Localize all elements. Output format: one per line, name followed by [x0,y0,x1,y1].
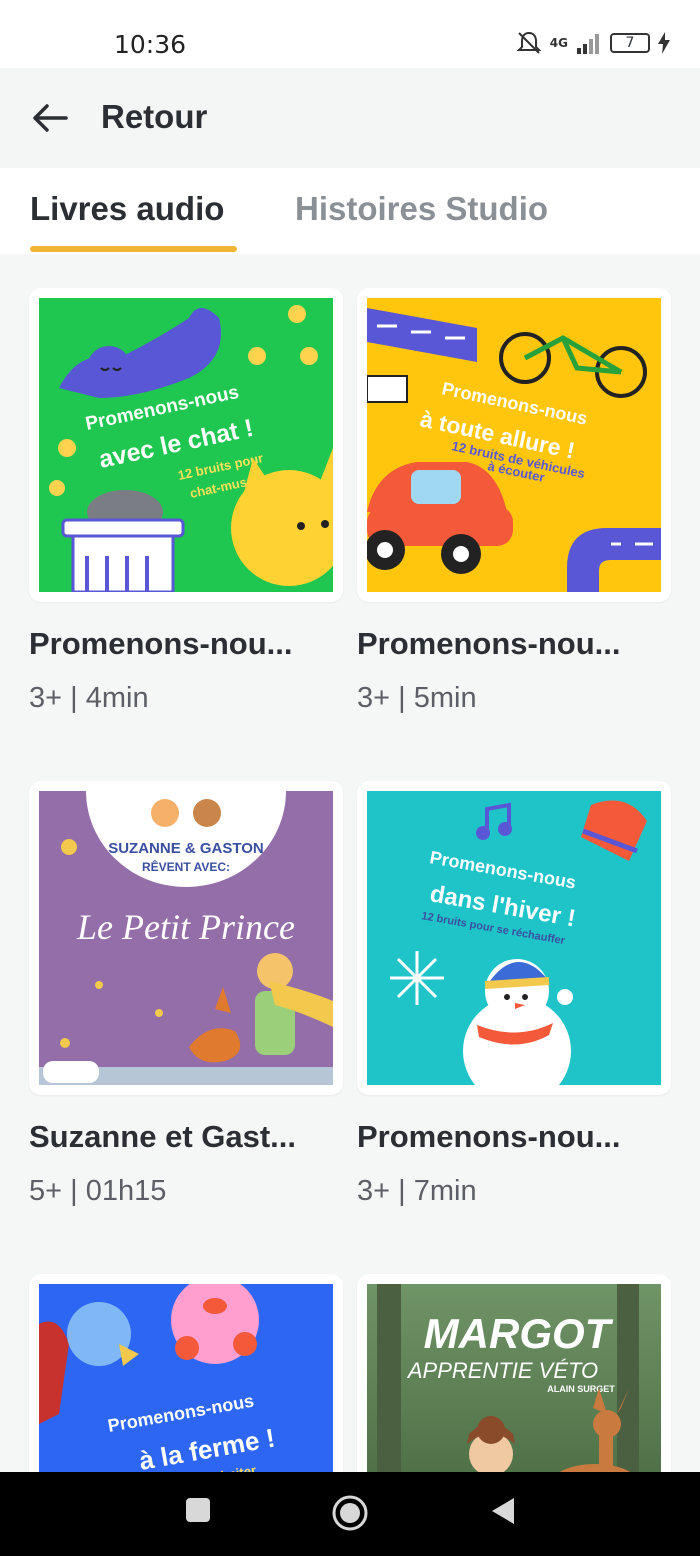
back-arrow-icon[interactable] [30,100,70,136]
book-card[interactable]: Promenons-nous à la ferme ! 12 cris à im… [29,1274,343,1472]
book-grid: Promenons-nous avec le chat ! 12 bruits … [0,254,700,1472]
recents-square-icon[interactable] [184,1496,212,1524]
signal-icon [577,34,599,54]
tab-bar: Livres audio Histoires Studio [0,168,700,254]
book-title: Promenons-nou... [357,626,621,661]
cover-series-subtitle: RÊVENT AVEC: [142,859,230,874]
back-button[interactable]: Retour [101,98,207,136]
status-icons: 4G 7 [516,30,670,56]
book-card[interactable]: MARGOT APPRENTIE VÉTO ALAIN SURGET [357,1274,671,1472]
network-type: 4G [549,36,568,50]
book-meta: 3+ | 4min [29,682,149,714]
back-triangle-icon[interactable] [490,1496,516,1526]
book-cover[interactable]: Promenons-nous dans l'hiver ! 12 bruits … [357,781,671,1095]
book-cover[interactable]: Promenons-nous à toute allure ! 12 bruit… [357,288,671,602]
book-title: Promenons-nou... [357,1119,621,1154]
cover-margot-illustration: MARGOT APPRENTIE VÉTO ALAIN SURGET [367,1284,661,1472]
battery-level: 7 [625,35,635,51]
cover-petit-prince-illustration: SUZANNE & GASTON RÊVENT AVEC: Le Petit P… [39,791,333,1085]
cover-series-title: SUZANNE & GASTON [108,840,264,857]
app-header: Retour [0,68,700,168]
book-card[interactable]: Promenons-nous à toute allure ! 12 bruit… [357,288,671,715]
book-meta: 3+ | 5min [357,682,477,714]
status-bar: 10:36 4G 7 [0,0,700,68]
cover-book-subtitle: APPRENTIE VÉTO [406,1358,598,1383]
book-meta: 5+ | 01h15 [29,1175,167,1207]
book-card[interactable]: Promenons-nous dans l'hiver ! 12 bruits … [357,781,671,1208]
cover-book-title: MARGOT [424,1310,614,1357]
system-nav-bar [0,1472,700,1556]
book-card[interactable]: Promenons-nous avec le chat ! 12 bruits … [29,288,343,715]
battery-icon: 7 [610,33,650,53]
book-title: Suzanne et Gast... [29,1119,297,1154]
book-card[interactable]: SUZANNE & GASTON RÊVENT AVEC: Le Petit P… [29,781,343,1208]
book-cover[interactable]: SUZANNE & GASTON RÊVENT AVEC: Le Petit P… [29,781,343,1095]
cover-book-title: Le Petit Prince [76,907,295,947]
tab-histoires-studio[interactable]: Histoires Studio [295,190,548,228]
tab-livres-audio[interactable]: Livres audio [30,190,224,228]
status-time: 10:36 [114,30,187,59]
cover-winter-illustration: Promenons-nous dans l'hiver ! 12 bruits … [367,791,661,1085]
cover-chat-illustration: Promenons-nous avec le chat ! 12 bruits … [39,298,333,592]
book-meta: 3+ | 7min [357,1175,477,1207]
book-cover[interactable]: MARGOT APPRENTIE VÉTO ALAIN SURGET [357,1274,671,1472]
cover-farm-illustration: Promenons-nous à la ferme ! 12 cris à im… [39,1284,333,1472]
cover-vehicles-illustration: Promenons-nous à toute allure ! 12 bruit… [367,298,661,592]
active-tab-indicator [30,246,237,252]
book-cover[interactable]: Promenons-nous à la ferme ! 12 cris à im… [29,1274,343,1472]
charging-icon [658,32,670,54]
cover-author: ALAIN SURGET [547,1384,615,1394]
muted-bell-icon [516,31,542,54]
home-circle-icon[interactable] [331,1494,369,1532]
book-cover[interactable]: Promenons-nous avec le chat ! 12 bruits … [29,288,343,602]
book-title: Promenons-nou... [29,626,293,661]
